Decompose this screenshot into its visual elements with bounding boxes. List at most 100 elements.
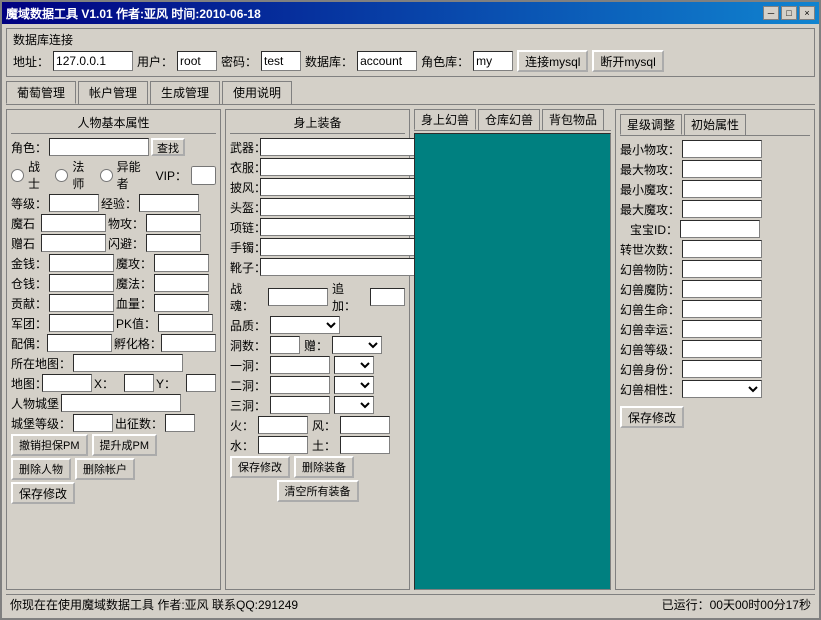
minimize-button[interactable]: － bbox=[763, 6, 779, 20]
type-psi-radio[interactable] bbox=[100, 169, 113, 182]
delete-account-button[interactable]: 删除帐户 bbox=[75, 458, 135, 480]
flash-input[interactable] bbox=[146, 234, 201, 252]
army-input[interactable] bbox=[49, 314, 114, 332]
db-input[interactable] bbox=[357, 51, 417, 71]
type-mage-radio[interactable] bbox=[55, 169, 68, 182]
pwd-input[interactable] bbox=[261, 51, 301, 71]
type-warrior-radio[interactable] bbox=[11, 169, 24, 182]
maximize-button[interactable]: □ bbox=[781, 6, 797, 20]
bracelet-input[interactable] bbox=[260, 238, 417, 256]
add-input[interactable] bbox=[370, 288, 405, 306]
castle-input[interactable] bbox=[61, 394, 181, 412]
monster-tab-warehouse[interactable]: 仓库幻兽 bbox=[478, 109, 540, 130]
equip-save-button[interactable]: 保存修改 bbox=[230, 456, 290, 478]
delete-char-button[interactable]: 删除人物 bbox=[11, 458, 71, 480]
pet-identity-input[interactable] bbox=[682, 360, 762, 378]
exp-input[interactable] bbox=[139, 194, 199, 212]
connect-button[interactable]: 连接mysql bbox=[517, 50, 588, 72]
tab-account[interactable]: 帐户管理 bbox=[78, 81, 148, 104]
min-phys-input[interactable] bbox=[682, 140, 762, 158]
hole3-select[interactable] bbox=[334, 396, 374, 414]
tab-help[interactable]: 使用说明 bbox=[222, 81, 292, 104]
water-input[interactable] bbox=[258, 436, 308, 454]
tab-grape[interactable]: 葡萄管理 bbox=[6, 81, 76, 104]
equip-extra: 战魂： 追加： 品质： 洞数： 赠： bbox=[230, 280, 405, 454]
hole2-select[interactable] bbox=[334, 376, 374, 394]
disconnect-button[interactable]: 断开mysql bbox=[592, 50, 663, 72]
weapon-row: 武器： bbox=[230, 138, 405, 156]
cancel-pm-button[interactable]: 撤销担保PM bbox=[11, 434, 88, 456]
contrib-input[interactable] bbox=[49, 294, 114, 312]
wind-input[interactable] bbox=[340, 416, 390, 434]
vip-input[interactable] bbox=[191, 166, 216, 185]
pet-mdef-input[interactable] bbox=[682, 280, 762, 298]
phys-atk-input[interactable] bbox=[146, 214, 201, 232]
clothes-input[interactable] bbox=[260, 158, 417, 176]
hp-input[interactable] bbox=[154, 294, 209, 312]
user-input[interactable] bbox=[177, 51, 217, 71]
quality-select[interactable] bbox=[270, 316, 340, 334]
helmet-input[interactable] bbox=[260, 198, 417, 216]
gem-input[interactable] bbox=[41, 234, 106, 252]
monster-area bbox=[414, 133, 611, 590]
main-content: 人物基本属性 角色： 查找 战士 法师 异能者 VIP： bbox=[6, 109, 815, 590]
addr-input[interactable] bbox=[53, 51, 133, 71]
equip-delete-button[interactable]: 删除装备 bbox=[294, 456, 354, 478]
mapid-input[interactable] bbox=[42, 374, 92, 392]
level-input[interactable] bbox=[49, 194, 99, 212]
magic-atk-input[interactable] bbox=[154, 254, 209, 272]
warehouse-input[interactable] bbox=[49, 274, 114, 292]
pk-input[interactable] bbox=[158, 314, 213, 332]
magic-input[interactable] bbox=[154, 274, 209, 292]
search-button[interactable]: 查找 bbox=[151, 138, 185, 156]
char-save-button[interactable]: 保存修改 bbox=[11, 482, 75, 504]
pet-identity-label: 幻兽身份： bbox=[620, 361, 680, 378]
fire-input[interactable] bbox=[258, 416, 308, 434]
hole3-input[interactable] bbox=[270, 396, 330, 414]
hatch-input[interactable] bbox=[161, 334, 216, 352]
pet-affinity-select[interactable] bbox=[682, 380, 762, 398]
min-mag-input[interactable] bbox=[682, 180, 762, 198]
window-body: 数据库连接 地址： 用户： 密码： 数据库： 角色库： 连接mysql 断开my… bbox=[2, 24, 819, 618]
y-input[interactable] bbox=[186, 374, 216, 392]
expedition-input[interactable] bbox=[165, 414, 195, 432]
monster-tab-body[interactable]: 身上幻兽 bbox=[414, 109, 476, 130]
tab-generate[interactable]: 生成管理 bbox=[150, 81, 220, 104]
hole1-input[interactable] bbox=[270, 356, 330, 374]
max-phys-input[interactable] bbox=[682, 160, 762, 178]
star-tab-adjust[interactable]: 星级调整 bbox=[620, 114, 682, 135]
upgrade-pm-button[interactable]: 提升成PM bbox=[92, 434, 158, 456]
monster-panel: 身上幻兽 仓库幻兽 背包物品 bbox=[414, 109, 611, 590]
holes-input[interactable] bbox=[270, 336, 300, 354]
pet-hp-input[interactable] bbox=[682, 300, 762, 318]
pet-def-input[interactable] bbox=[682, 260, 762, 278]
monster-tab-bag[interactable]: 背包物品 bbox=[542, 109, 604, 130]
gold-input[interactable] bbox=[49, 254, 114, 272]
max-mag-input[interactable] bbox=[682, 200, 762, 218]
map-input[interactable] bbox=[73, 354, 183, 372]
gift-select[interactable] bbox=[332, 336, 382, 354]
necklace-input[interactable] bbox=[260, 218, 417, 236]
boots-input[interactable] bbox=[260, 258, 417, 276]
magic-stone-input[interactable] bbox=[41, 214, 106, 232]
star-tab-initial[interactable]: 初始属性 bbox=[684, 114, 746, 135]
soul-input[interactable] bbox=[268, 288, 328, 306]
earth-input[interactable] bbox=[340, 436, 390, 454]
cloak-input[interactable] bbox=[260, 178, 417, 196]
pet-id-input[interactable] bbox=[680, 220, 760, 238]
x-input[interactable] bbox=[124, 374, 154, 392]
role-input[interactable] bbox=[49, 138, 149, 156]
type-warrior-label: 战士 bbox=[28, 158, 51, 192]
weapon-input[interactable] bbox=[260, 138, 417, 156]
pet-level-input[interactable] bbox=[682, 340, 762, 358]
role-input[interactable] bbox=[473, 51, 513, 71]
hole1-select[interactable] bbox=[334, 356, 374, 374]
close-button[interactable]: × bbox=[799, 6, 815, 20]
equip-clear-button[interactable]: 清空所有装备 bbox=[277, 480, 359, 502]
spouse-input[interactable] bbox=[47, 334, 112, 352]
rebirth-input[interactable] bbox=[682, 240, 762, 258]
pet-luck-input[interactable] bbox=[682, 320, 762, 338]
star-save-button[interactable]: 保存修改 bbox=[620, 406, 684, 428]
castle-level-input[interactable] bbox=[73, 414, 113, 432]
hole2-input[interactable] bbox=[270, 376, 330, 394]
